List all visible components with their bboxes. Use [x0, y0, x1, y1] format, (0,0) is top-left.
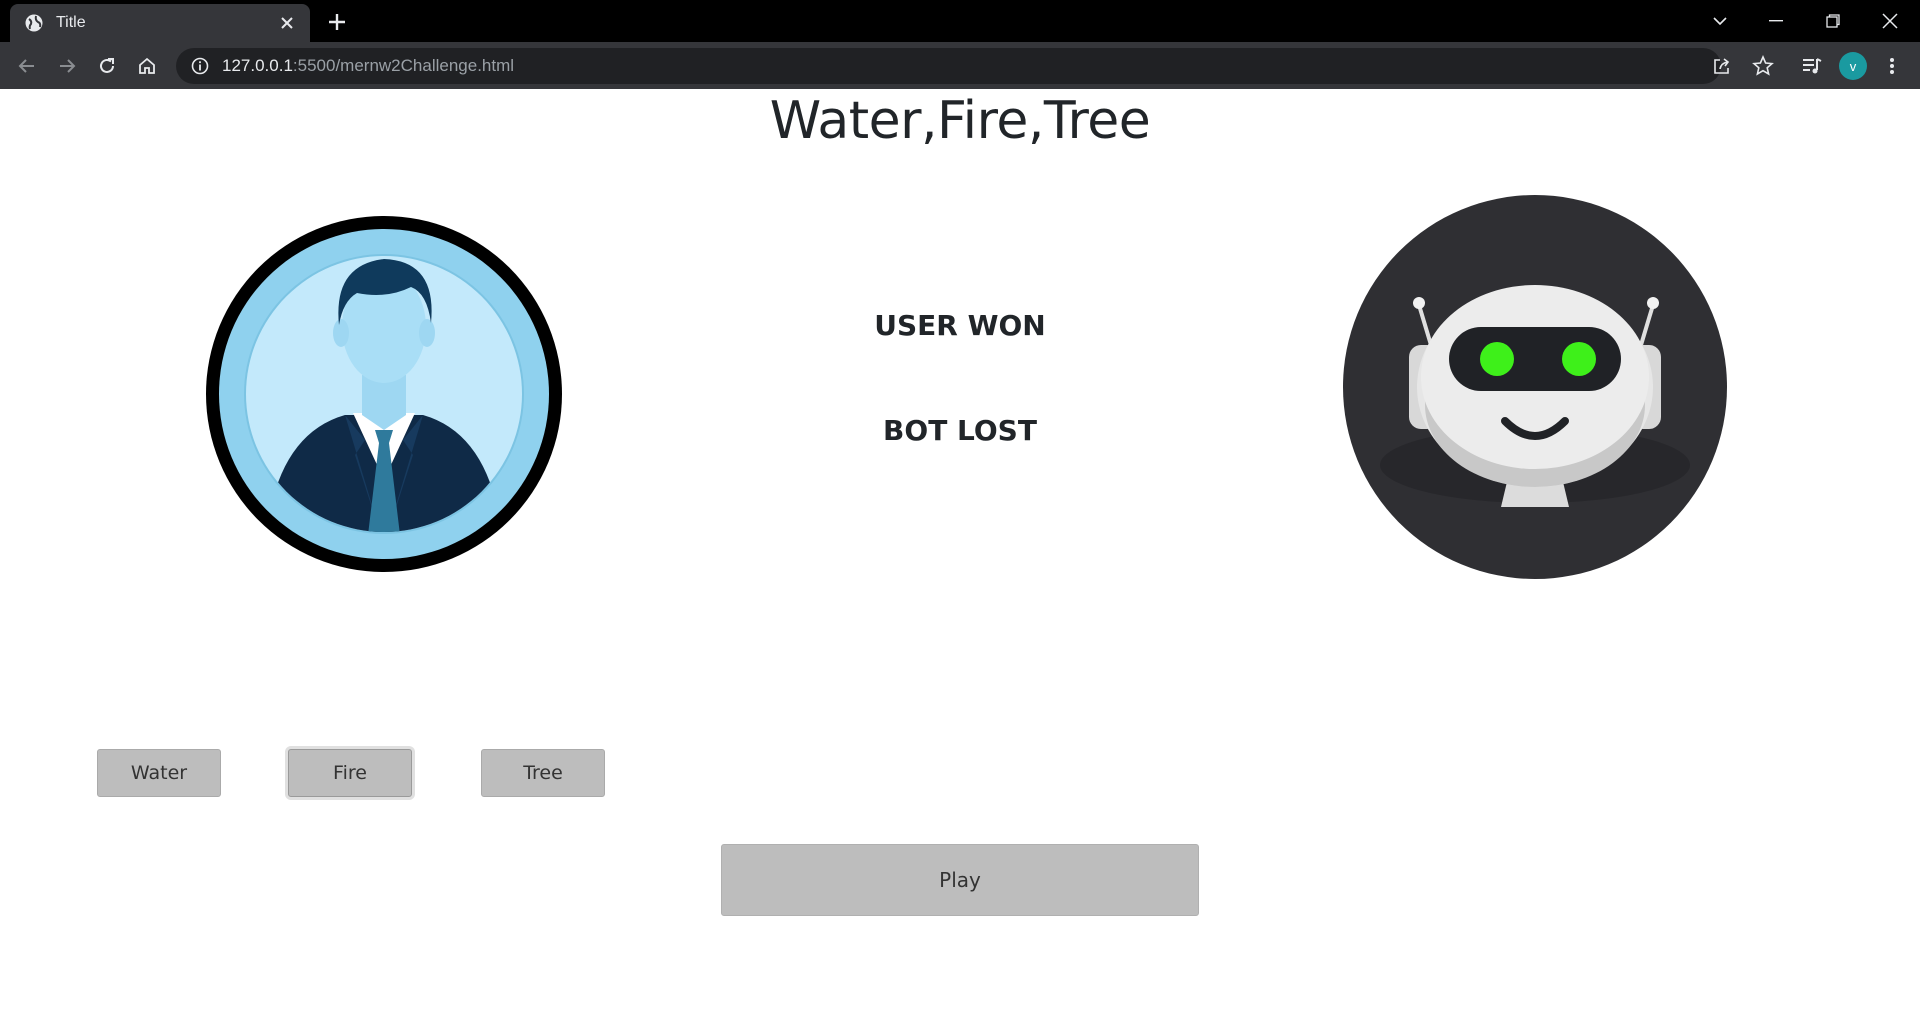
url-path: :5500/mernw2Challenge.html	[292, 56, 515, 75]
address-bar[interactable]: 127.0.0.1:5500/mernw2Challenge.html	[176, 48, 1721, 84]
tree-button[interactable]: Tree	[481, 749, 605, 797]
close-window-icon[interactable]	[1862, 0, 1918, 42]
back-arrow-icon[interactable]	[15, 54, 39, 78]
url-host: 127.0.0.1	[222, 56, 293, 75]
page-content: Water,Fire,Tree USER WON BOT LOST Water …	[0, 89, 1920, 1027]
more-menu-icon[interactable]	[1880, 54, 1904, 78]
restore-icon[interactable]	[1805, 0, 1861, 42]
browser-tab[interactable]: Title	[10, 4, 310, 42]
tab-search-chevron-icon[interactable]	[1692, 0, 1748, 42]
media-queue-icon[interactable]	[1800, 54, 1824, 78]
fire-button[interactable]: Fire	[288, 749, 412, 797]
forward-arrow-icon[interactable]	[55, 54, 79, 78]
reload-icon[interactable]	[95, 54, 119, 78]
home-icon[interactable]	[135, 54, 159, 78]
new-tab-plus-icon[interactable]	[324, 9, 350, 35]
close-tab-icon[interactable]	[278, 14, 296, 32]
game-title: Water,Fire,Tree	[769, 91, 1151, 151]
water-button[interactable]: Water	[97, 749, 221, 797]
tab-title: Title	[56, 14, 86, 31]
minimize-icon[interactable]	[1748, 0, 1804, 42]
site-info-icon[interactable]	[190, 56, 210, 76]
profile-avatar[interactable]: v	[1839, 52, 1867, 80]
browser-toolbar: 127.0.0.1:5500/mernw2Challenge.html v	[0, 42, 1920, 89]
play-button[interactable]: Play	[721, 844, 1199, 916]
share-icon[interactable]	[1710, 54, 1734, 78]
bookmark-star-icon[interactable]	[1751, 54, 1775, 78]
browser-tab-bar: Title	[0, 0, 1920, 42]
globe-icon	[25, 14, 43, 32]
robot-avatar-icon	[1343, 195, 1727, 579]
businessman-avatar-icon	[206, 216, 562, 572]
